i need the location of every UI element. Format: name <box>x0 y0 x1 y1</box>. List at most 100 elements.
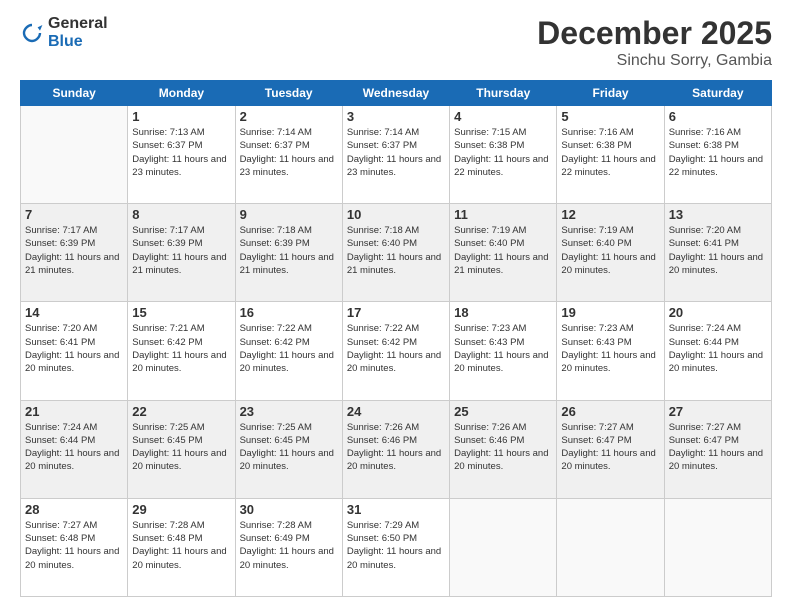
cell-info: Sunrise: 7:25 AM Sunset: 6:45 PM Dayligh… <box>240 421 338 474</box>
cell-info: Sunrise: 7:14 AM Sunset: 6:37 PM Dayligh… <box>347 126 445 179</box>
calendar-week-row: 7 Sunrise: 7:17 AM Sunset: 6:39 PM Daylig… <box>21 204 772 302</box>
day-number: 14 <box>25 305 123 320</box>
table-row: 10Sunrise: 7:18 AM Sunset: 6:40 PM Dayli… <box>342 204 449 302</box>
cell-info: Sunrise: 7:14 AM Sunset: 6:37 PM Dayligh… <box>240 126 338 179</box>
calendar-header-row: Sunday Monday Tuesday Wednesday Thursday… <box>21 81 772 106</box>
day-number: 22 <box>132 404 230 419</box>
day-number: 10 <box>347 207 445 222</box>
cell-info: Sunrise: 7:19 AM Sunset: 6:40 PM Dayligh… <box>454 224 552 277</box>
day-number: 25 <box>454 404 552 419</box>
table-row: 8 Sunrise: 7:17 AM Sunset: 6:39 PM Daylig… <box>128 204 235 302</box>
day-number: 31 <box>347 502 445 517</box>
cell-info: Sunrise: 7:23 AM Sunset: 6:43 PM Dayligh… <box>454 322 552 375</box>
table-row: 23 Sunrise: 7:25 AM Sunset: 6:45 PM Dayli… <box>235 400 342 498</box>
cell-info: Sunrise: 7:20 AM Sunset: 6:41 PM Dayligh… <box>25 322 123 375</box>
table-row: 7Sunrise: 7:17 AM Sunset: 6:39 PM Daylig… <box>21 204 128 302</box>
table-row: 16 Sunrise: 7:22 AM Sunset: 6:42 PM Dayli… <box>235 302 342 400</box>
table-row <box>557 498 664 596</box>
month-title: December 2025 <box>537 15 772 52</box>
table-row: 13Sunrise: 7:20 AM Sunset: 6:41 PM Dayli… <box>664 204 771 302</box>
col-friday: Friday <box>557 81 664 106</box>
logo-blue: Blue <box>48 33 83 50</box>
day-number: 26 <box>561 404 659 419</box>
table-row: 21Sunrise: 7:24 AM Sunset: 6:44 PM Dayli… <box>21 400 128 498</box>
day-number: 12 <box>561 207 659 222</box>
day-number: 27 <box>669 404 767 419</box>
cell-info: Sunrise: 7:29 AM Sunset: 6:50 PM Dayligh… <box>347 519 445 572</box>
day-number: 2 <box>240 109 338 124</box>
day-number: 11 <box>454 207 552 222</box>
table-row: 25 Sunrise: 7:26 AM Sunset: 6:46 PM Dayli… <box>450 400 557 498</box>
day-number: 7 <box>25 207 123 222</box>
col-saturday: Saturday <box>664 81 771 106</box>
cell-info: Sunrise: 7:22 AM Sunset: 6:42 PM Dayligh… <box>347 322 445 375</box>
day-number: 16 <box>240 305 338 320</box>
table-row: 1 Sunrise: 7:13 AM Sunset: 6:37 PM Daylig… <box>128 106 235 204</box>
cell-info: Sunrise: 7:27 AM Sunset: 6:47 PM Dayligh… <box>561 421 659 474</box>
cell-info: Sunrise: 7:28 AM Sunset: 6:48 PM Dayligh… <box>132 519 230 572</box>
cell-info: Sunrise: 7:27 AM Sunset: 6:47 PM Dayligh… <box>669 421 767 474</box>
table-row: 30 Sunrise: 7:28 AM Sunset: 6:49 PM Dayli… <box>235 498 342 596</box>
cell-info: Sunrise: 7:28 AM Sunset: 6:49 PM Dayligh… <box>240 519 338 572</box>
day-number: 3 <box>347 109 445 124</box>
calendar-week-row: 28 Sunrise: 7:27 AM Sunset: 6:48 PM Dayli… <box>21 498 772 596</box>
table-row: 4 Sunrise: 7:15 AM Sunset: 6:38 PM Daylig… <box>450 106 557 204</box>
col-tuesday: Tuesday <box>235 81 342 106</box>
table-row: 15Sunrise: 7:21 AM Sunset: 6:42 PM Dayli… <box>128 302 235 400</box>
day-number: 19 <box>561 305 659 320</box>
logo-text: General Blue <box>48 15 108 50</box>
day-number: 1 <box>132 109 230 124</box>
day-number: 23 <box>240 404 338 419</box>
cell-info: Sunrise: 7:20 AM Sunset: 6:41 PM Dayligh… <box>669 224 767 277</box>
location-title: Sinchu Sorry, Gambia <box>537 52 772 70</box>
cell-info: Sunrise: 7:24 AM Sunset: 6:44 PM Dayligh… <box>669 322 767 375</box>
cell-info: Sunrise: 7:26 AM Sunset: 6:46 PM Dayligh… <box>454 421 552 474</box>
cell-info: Sunrise: 7:24 AM Sunset: 6:44 PM Dayligh… <box>25 421 123 474</box>
day-number: 8 <box>132 207 230 222</box>
cell-info: Sunrise: 7:17 AM Sunset: 6:39 PM Dayligh… <box>132 224 230 277</box>
cell-info: Sunrise: 7:16 AM Sunset: 6:38 PM Dayligh… <box>561 126 659 179</box>
cell-info: Sunrise: 7:18 AM Sunset: 6:39 PM Dayligh… <box>240 224 338 277</box>
logo-general: General <box>48 15 108 32</box>
day-number: 4 <box>454 109 552 124</box>
calendar-table: Sunday Monday Tuesday Wednesday Thursday… <box>20 80 772 597</box>
day-number: 17 <box>347 305 445 320</box>
calendar-week-row: 1 Sunrise: 7:13 AM Sunset: 6:37 PM Daylig… <box>21 106 772 204</box>
table-row: 20Sunrise: 7:24 AM Sunset: 6:44 PM Dayli… <box>664 302 771 400</box>
table-row: 28 Sunrise: 7:27 AM Sunset: 6:48 PM Dayli… <box>21 498 128 596</box>
table-row: 27 Sunrise: 7:27 AM Sunset: 6:47 PM Dayli… <box>664 400 771 498</box>
cell-info: Sunrise: 7:25 AM Sunset: 6:45 PM Dayligh… <box>132 421 230 474</box>
day-number: 9 <box>240 207 338 222</box>
table-row: 18Sunrise: 7:23 AM Sunset: 6:43 PM Dayli… <box>450 302 557 400</box>
table-row: 24 Sunrise: 7:26 AM Sunset: 6:46 PM Dayli… <box>342 400 449 498</box>
logo-icon <box>20 21 44 45</box>
table-row <box>450 498 557 596</box>
col-thursday: Thursday <box>450 81 557 106</box>
cell-info: Sunrise: 7:26 AM Sunset: 6:46 PM Dayligh… <box>347 421 445 474</box>
table-row: 31 Sunrise: 7:29 AM Sunset: 6:50 PM Dayli… <box>342 498 449 596</box>
table-row: 19 Sunrise: 7:23 AM Sunset: 6:43 PM Dayli… <box>557 302 664 400</box>
header: General Blue December 2025 Sinchu Sorry,… <box>20 15 772 70</box>
table-row: 17 Sunrise: 7:22 AM Sunset: 6:42 PM Dayli… <box>342 302 449 400</box>
col-wednesday: Wednesday <box>342 81 449 106</box>
day-number: 30 <box>240 502 338 517</box>
day-number: 28 <box>25 502 123 517</box>
col-monday: Monday <box>128 81 235 106</box>
cell-info: Sunrise: 7:15 AM Sunset: 6:38 PM Dayligh… <box>454 126 552 179</box>
cell-info: Sunrise: 7:16 AM Sunset: 6:38 PM Dayligh… <box>669 126 767 179</box>
cell-info: Sunrise: 7:13 AM Sunset: 6:37 PM Dayligh… <box>132 126 230 179</box>
day-number: 29 <box>132 502 230 517</box>
cell-info: Sunrise: 7:22 AM Sunset: 6:42 PM Dayligh… <box>240 322 338 375</box>
table-row: 29 Sunrise: 7:28 AM Sunset: 6:48 PM Dayli… <box>128 498 235 596</box>
cell-info: Sunrise: 7:21 AM Sunset: 6:42 PM Dayligh… <box>132 322 230 375</box>
table-row: 5Sunrise: 7:16 AM Sunset: 6:38 PM Daylig… <box>557 106 664 204</box>
table-row: 22 Sunrise: 7:25 AM Sunset: 6:45 PM Dayli… <box>128 400 235 498</box>
day-number: 24 <box>347 404 445 419</box>
logo: General Blue <box>20 15 108 50</box>
table-row: 11 Sunrise: 7:19 AM Sunset: 6:40 PM Dayli… <box>450 204 557 302</box>
calendar-week-row: 14 Sunrise: 7:20 AM Sunset: 6:41 PM Dayli… <box>21 302 772 400</box>
table-row: 14 Sunrise: 7:20 AM Sunset: 6:41 PM Dayli… <box>21 302 128 400</box>
cell-info: Sunrise: 7:23 AM Sunset: 6:43 PM Dayligh… <box>561 322 659 375</box>
cell-info: Sunrise: 7:27 AM Sunset: 6:48 PM Dayligh… <box>25 519 123 572</box>
table-row: 12Sunrise: 7:19 AM Sunset: 6:40 PM Dayli… <box>557 204 664 302</box>
